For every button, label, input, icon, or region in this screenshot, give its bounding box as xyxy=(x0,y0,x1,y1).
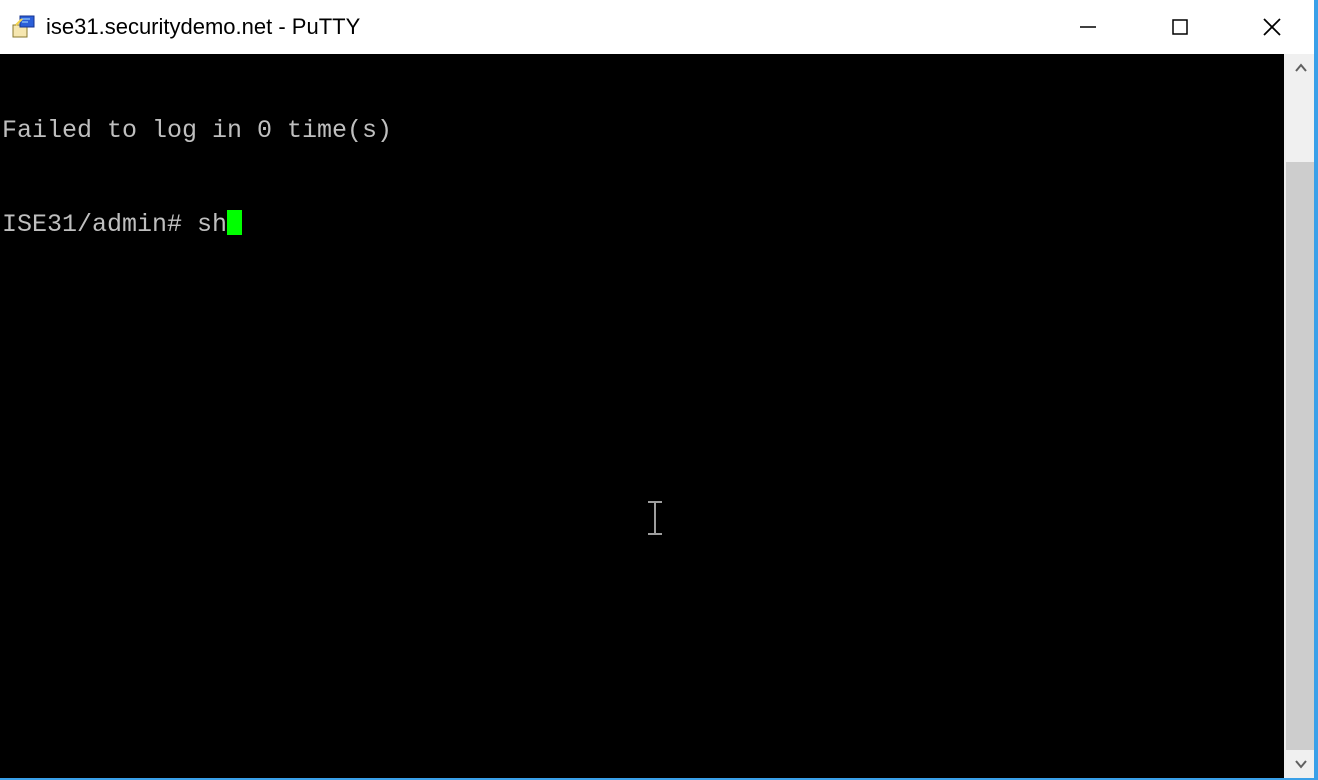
window-right-edge xyxy=(1314,0,1318,778)
close-icon xyxy=(1261,16,1283,38)
maximize-button[interactable] xyxy=(1134,0,1226,54)
chevron-up-icon xyxy=(1294,61,1308,75)
content-row: Failed to log in 0 time(s) ISE31/admin# … xyxy=(0,54,1318,778)
text-caret-icon xyxy=(590,468,666,571)
window-title: ise31.securitydemo.net - PuTTY xyxy=(46,0,360,54)
scroll-track[interactable] xyxy=(1284,82,1318,750)
scroll-thumb[interactable] xyxy=(1286,162,1316,750)
scroll-down-button[interactable] xyxy=(1284,750,1318,778)
vertical-scrollbar[interactable] xyxy=(1284,54,1318,778)
minimize-icon xyxy=(1078,17,1098,37)
maximize-icon xyxy=(1170,17,1190,37)
titlebar: ise31.securitydemo.net - PuTTY xyxy=(0,0,1318,54)
close-button[interactable] xyxy=(1226,0,1318,54)
putty-app-icon xyxy=(8,11,40,43)
terminal-prompt: ISE31/admin# xyxy=(2,210,197,240)
scroll-up-button[interactable] xyxy=(1284,54,1318,82)
terminal-typed-text: sh xyxy=(197,210,227,240)
minimize-button[interactable] xyxy=(1042,0,1134,54)
terminal-output-line: Failed to log in 0 time(s) xyxy=(2,116,1282,146)
terminal-area[interactable]: Failed to log in 0 time(s) ISE31/admin# … xyxy=(0,54,1284,778)
terminal-prompt-line: ISE31/admin# sh xyxy=(2,206,1282,240)
terminal-cursor xyxy=(227,210,242,235)
chevron-down-icon xyxy=(1294,757,1308,771)
window-controls xyxy=(1042,0,1318,54)
